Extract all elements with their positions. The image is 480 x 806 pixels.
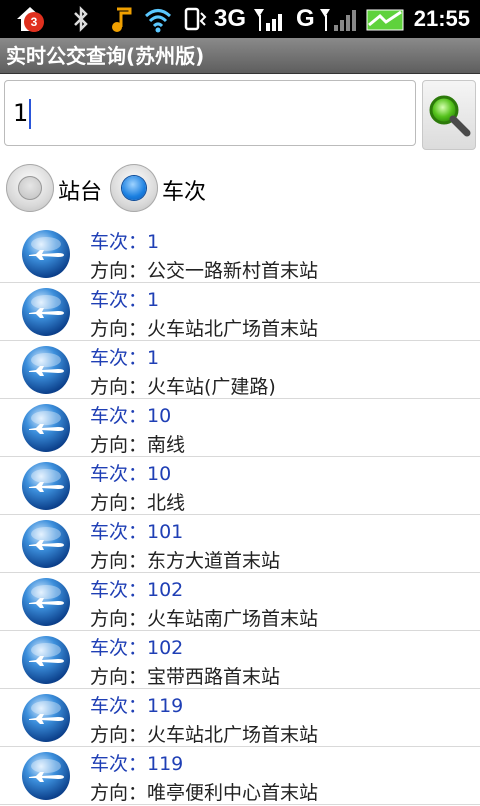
network-3g-label: 3G: [214, 5, 247, 32]
wifi-icon: [142, 4, 174, 34]
list-item[interactable]: 车次：102 方向：宝带西路首末站: [0, 631, 480, 689]
list-item[interactable]: 车次：1 方向：火车站(广建路): [0, 341, 480, 399]
radio-route-label[interactable]: 车次: [162, 174, 206, 206]
result-list: 车次：1 方向：公交一路新村首末站 车次：1 方向：火车站北广场首末站 车次：1 方向：火…: [0, 225, 480, 805]
signal-3g-icon: [252, 4, 288, 34]
route-direction: 方向：火车站北广场首末站: [90, 724, 319, 746]
battery-charging-icon: [366, 4, 406, 34]
notification-badge: 3: [24, 12, 44, 32]
route-direction: 方向：东方大道首末站: [90, 550, 281, 572]
status-bar: 3 3G G 21:55: [0, 0, 480, 38]
radio-route[interactable]: [110, 164, 158, 212]
route-number: 车次：101: [90, 521, 184, 543]
bus-globe-icon: [20, 402, 72, 454]
bluetooth-icon: [70, 4, 92, 34]
bus-globe-icon: [20, 344, 72, 396]
route-number: 车次：102: [90, 637, 184, 659]
route-number: 车次：1: [90, 347, 160, 369]
route-number: 车次：102: [90, 579, 184, 601]
list-item[interactable]: 车次：10 方向：北线: [0, 457, 480, 515]
list-item[interactable]: 车次：1 方向：公交一路新村首末站: [0, 225, 480, 283]
list-item[interactable]: 车次：119 方向：唯亭便利中心首末站: [0, 747, 480, 805]
route-number: 车次：119: [90, 695, 184, 717]
vibrate-icon: [182, 4, 212, 34]
bus-globe-icon: [20, 576, 72, 628]
radio-route-dot: [122, 176, 146, 200]
search-button[interactable]: [422, 80, 476, 150]
list-item[interactable]: 车次：119 方向：火车站北广场首末站: [0, 689, 480, 747]
app-title-bar: 实时公交查询(苏州版): [0, 38, 480, 74]
radio-station-dot: [18, 176, 42, 200]
search-mode-group: 站台 车次: [0, 160, 480, 216]
bus-globe-icon: [20, 286, 72, 338]
list-item[interactable]: 车次：1 方向：火车站北广场首末站: [0, 283, 480, 341]
route-number: 车次：1: [90, 289, 160, 311]
search-icon: [429, 95, 471, 137]
bus-globe-icon: [20, 692, 72, 744]
bus-globe-icon: [20, 518, 72, 570]
radio-station[interactable]: [6, 164, 54, 212]
route-number: 车次：10: [90, 463, 172, 485]
network-g-label: G: [296, 5, 315, 32]
route-direction: 方向：火车站南广场首末站: [90, 608, 319, 630]
bus-globe-icon: [20, 228, 72, 280]
app-title: 实时公交查询(苏州版): [6, 44, 205, 68]
route-direction: 方向：火车站北广场首末站: [90, 318, 319, 340]
bus-globe-icon: [20, 634, 72, 686]
route-direction: 方向：宝带西路首末站: [90, 666, 281, 688]
list-item[interactable]: 车次：101 方向：东方大道首末站: [0, 515, 480, 573]
clock: 21:55: [413, 6, 470, 31]
route-direction: 方向：南线: [90, 434, 186, 456]
route-number: 车次：10: [90, 405, 172, 427]
route-number: 车次：119: [90, 753, 184, 775]
route-direction: 方向：火车站(广建路): [90, 376, 276, 398]
signal-g-icon: [318, 4, 358, 34]
bus-globe-icon: [20, 750, 72, 802]
list-item[interactable]: 车次：10 方向：南线: [0, 399, 480, 457]
radio-station-label[interactable]: 站台: [58, 174, 102, 206]
list-item[interactable]: 车次：102 方向：火车站南广场首末站: [0, 573, 480, 631]
search-input-value: 1: [13, 99, 29, 127]
route-direction: 方向：北线: [90, 492, 186, 514]
route-direction: 方向：唯亭便利中心首末站: [90, 782, 319, 804]
route-number: 车次：1: [90, 231, 160, 253]
route-direction: 方向：公交一路新村首末站: [90, 260, 319, 282]
bus-globe-icon: [20, 460, 72, 512]
music-icon: [106, 4, 136, 34]
search-input[interactable]: 1: [4, 80, 416, 146]
text-cursor: [29, 99, 32, 129]
